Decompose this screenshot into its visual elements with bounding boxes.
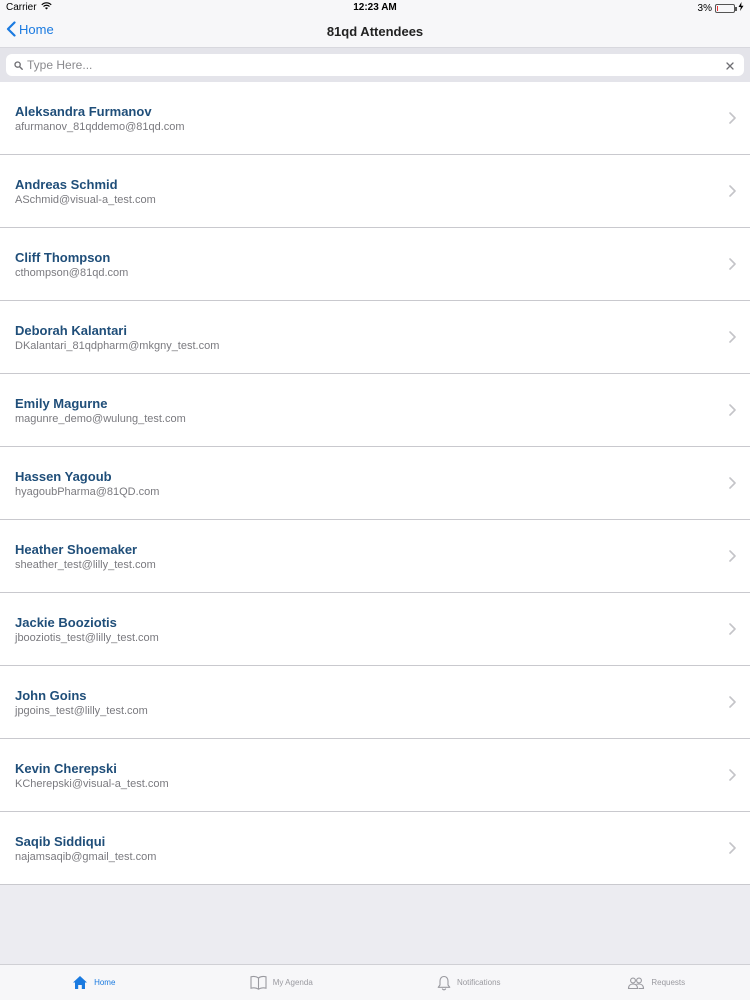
chevron-right-icon xyxy=(729,622,736,640)
attendee-name: Saqib Siddiqui xyxy=(15,834,106,849)
tab-label: Home xyxy=(94,978,116,987)
attendee-name: Heather Shoemaker xyxy=(15,542,138,557)
battery-level xyxy=(717,5,718,11)
bell-icon xyxy=(437,975,451,991)
attendee-name: Jackie Booziotis xyxy=(15,615,117,630)
chevron-right-icon xyxy=(729,841,736,859)
clear-icon[interactable] xyxy=(726,58,734,73)
people-icon xyxy=(627,976,645,990)
home-icon xyxy=(72,975,88,990)
chevron-right-icon xyxy=(729,403,736,421)
attendee-email: jpgoins_test@lilly_test.com xyxy=(15,705,148,717)
attendee-list: Aleksandra Furmanov afurmanov_81qddemo@81… xyxy=(0,82,750,885)
list-item[interactable]: Cliff Thompson cthompson@81qd.com xyxy=(0,228,750,301)
navigation-bar: Home 81qd Attendees xyxy=(0,15,750,47)
chevron-right-icon xyxy=(729,111,736,129)
attendee-email: ASchmid@visual-a_test.com xyxy=(15,194,156,206)
tab-label: Requests xyxy=(651,978,686,987)
tab-label: My Agenda xyxy=(272,978,313,987)
battery-icon xyxy=(715,3,737,13)
attendee-email: jbooziotis_test@lilly_test.com xyxy=(15,632,159,644)
book-icon xyxy=(250,975,267,990)
chevron-right-icon xyxy=(729,257,736,275)
attendee-name: Hassen Yagoub xyxy=(15,469,112,484)
tab-my-agenda[interactable]: My Agenda xyxy=(188,965,376,1000)
attendee-email: DKalantari_81qdpharm@mkgny_test.com xyxy=(15,340,220,352)
chevron-right-icon xyxy=(729,768,736,786)
chevron-right-icon xyxy=(729,476,736,494)
chevron-right-icon xyxy=(729,695,736,713)
list-item[interactable]: Andreas Schmid ASchmid@visual-a_test.com xyxy=(0,155,750,228)
tab-label: Notifications xyxy=(456,978,501,987)
attendee-email: hyagoubPharma@81QD.com xyxy=(15,486,160,498)
search-box[interactable] xyxy=(6,54,744,76)
battery-percent: 3% xyxy=(697,2,712,14)
attendee-email: cthompson@81qd.com xyxy=(15,267,129,279)
chevron-right-icon xyxy=(729,330,736,348)
status-time: 12:23 AM xyxy=(353,2,397,13)
charging-icon xyxy=(738,2,744,14)
list-item[interactable]: John Goins jpgoins_test@lilly_test.com xyxy=(0,666,750,739)
chevron-right-icon xyxy=(729,549,736,567)
attendee-name: Aleksandra Furmanov xyxy=(15,104,152,119)
chevron-right-icon xyxy=(729,184,736,202)
attendee-name: Kevin Cherepski xyxy=(15,761,117,776)
list-item[interactable]: Saqib Siddiqui najamsaqib@gmail_test.com xyxy=(0,812,750,885)
attendee-email: sheather_test@lilly_test.com xyxy=(15,559,156,571)
tab-home[interactable]: Home xyxy=(0,965,188,1000)
search-bar xyxy=(0,47,750,82)
attendee-email: KCherepski@visual-a_test.com xyxy=(15,778,169,790)
status-bar: Carrier 12:23 AM 3% xyxy=(0,0,750,15)
page-title: 81qd Attendees xyxy=(326,24,424,39)
search-icon xyxy=(14,60,23,70)
attendee-email: najamsaqib@gmail_test.com xyxy=(15,851,157,863)
tab-requests[interactable]: Requests xyxy=(563,965,750,1000)
attendee-name: John Goins xyxy=(15,688,87,703)
attendee-email: magunre_demo@wulung_test.com xyxy=(15,413,186,425)
search-input[interactable] xyxy=(27,58,726,72)
list-item[interactable]: Emily Magurne magunre_demo@wulung_test.co… xyxy=(0,374,750,447)
status-right: 3% xyxy=(698,2,744,14)
tab-notifications[interactable]: Notifications xyxy=(375,965,563,1000)
attendee-name: Andreas Schmid xyxy=(15,177,118,192)
list-item[interactable]: Heather Shoemaker sheather_test@lilly_tes… xyxy=(0,520,750,593)
list-item[interactable]: Hassen Yagoub hyagoubPharma@81QD.com xyxy=(0,447,750,520)
attendee-email: afurmanov_81qddemo@81qd.com xyxy=(15,121,185,133)
attendee-name: Cliff Thompson xyxy=(15,250,111,265)
list-item[interactable]: Kevin Cherepski KCherepski@visual-a_test.… xyxy=(0,739,750,812)
list-item[interactable]: Aleksandra Furmanov afurmanov_81qddemo@81… xyxy=(0,82,750,155)
attendee-name: Emily Magurne xyxy=(15,396,108,411)
list-item[interactable]: Jackie Booziotis jbooziotis_test@lilly_te… xyxy=(0,593,750,666)
attendee-name: Deborah Kalantari xyxy=(15,323,127,338)
list-item[interactable]: Deborah Kalantari DKalantari_81qdpharm@mk… xyxy=(0,301,750,374)
tab-bar: Home My Agenda Notifications Requests xyxy=(0,964,750,1000)
app-screen: Carrier 12:23 AM 3% Home 81qd Attendees … xyxy=(0,0,750,1000)
